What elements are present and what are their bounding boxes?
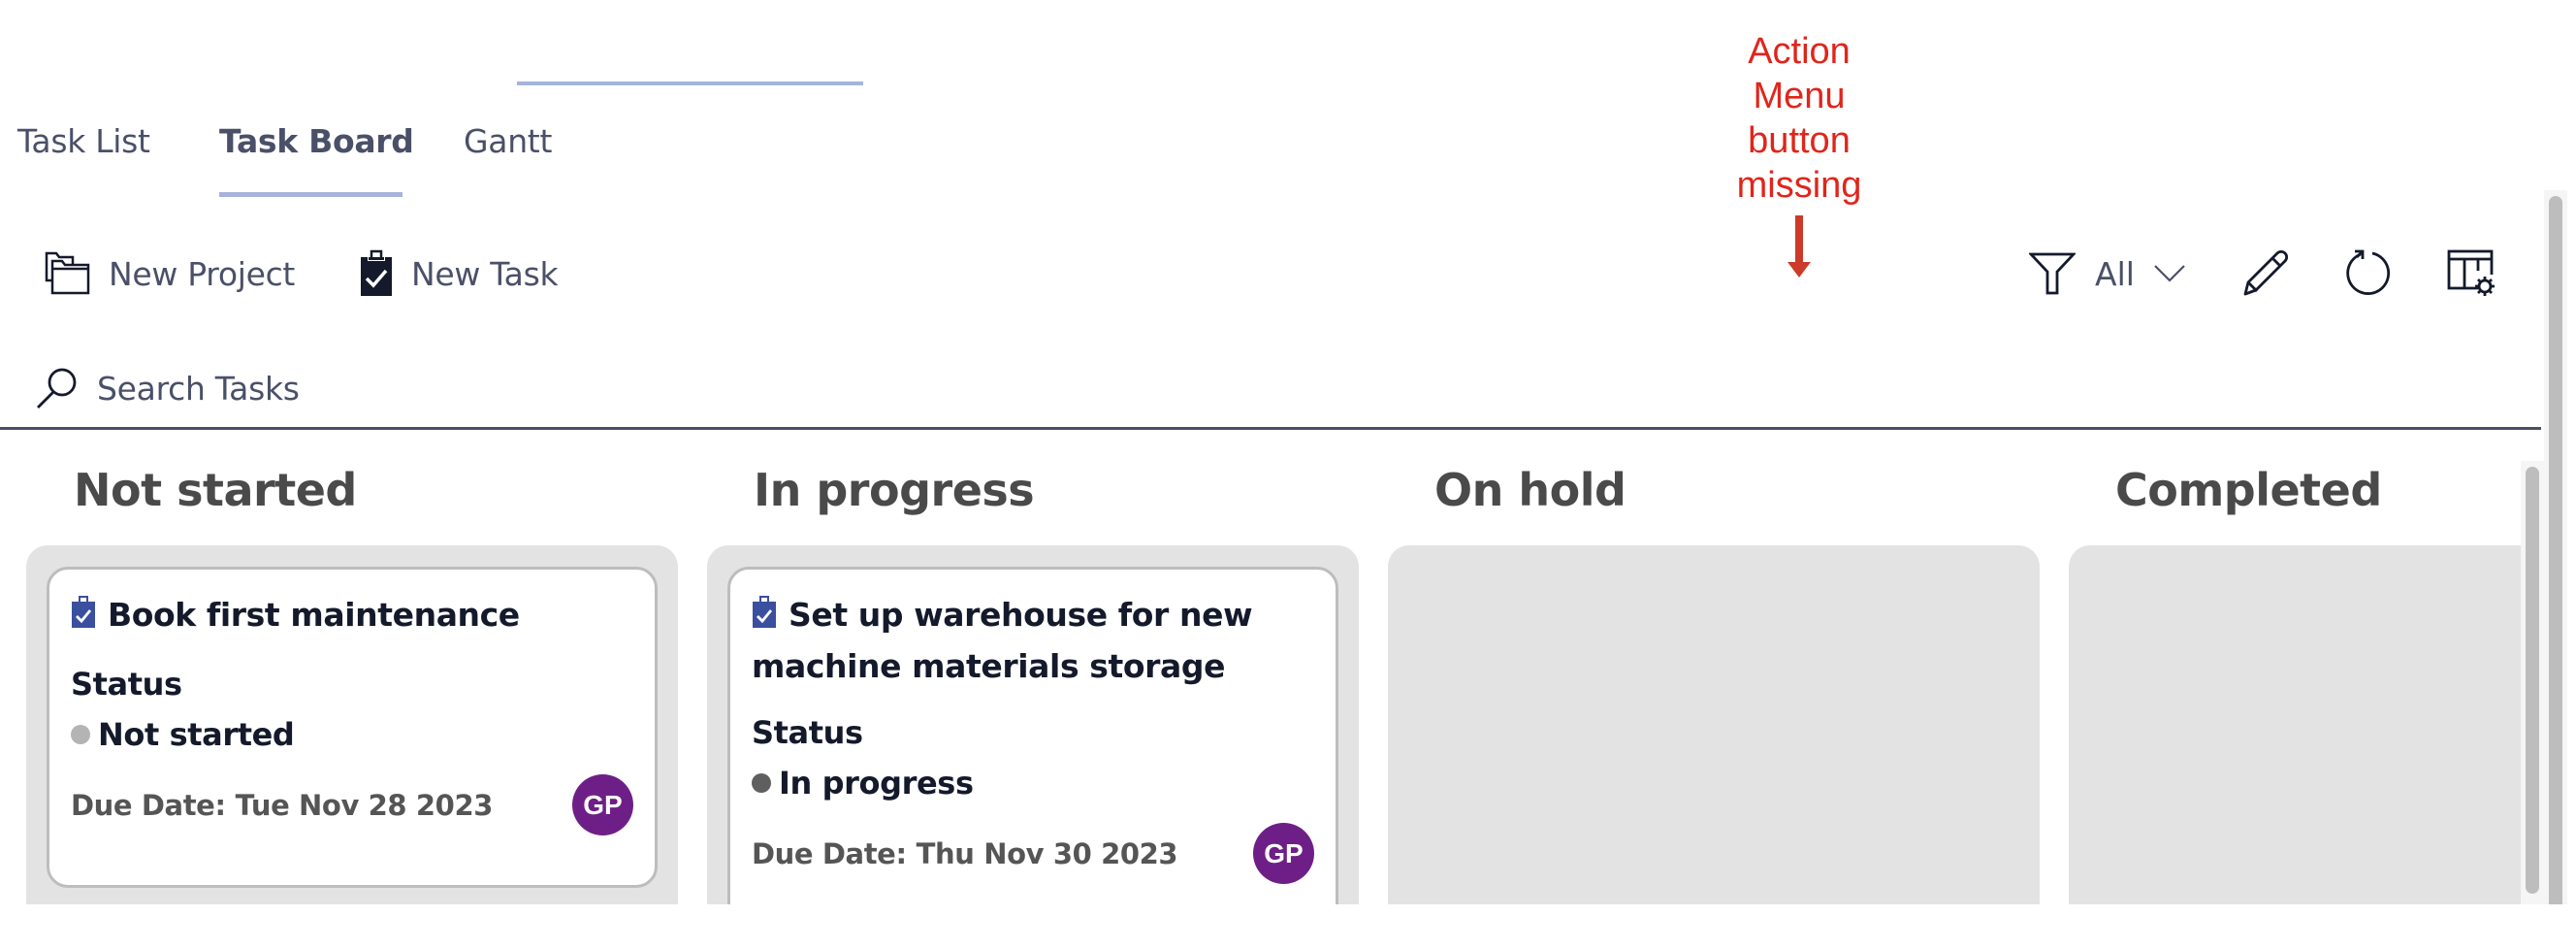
annotation-line: missing (1736, 165, 1862, 206)
table-settings-icon (2447, 249, 2496, 298)
search-input[interactable] (97, 369, 679, 408)
page-bottom-blank (0, 904, 2576, 949)
status-value: Not started (71, 716, 633, 753)
filter-dropdown[interactable]: All (2029, 245, 2185, 303)
column-completed[interactable] (2069, 545, 2525, 904)
task-title: Set up warehouse for new machine materia… (752, 591, 1314, 691)
avatar[interactable]: GP (1253, 823, 1314, 884)
task-title-text: Book first maintenance (108, 596, 520, 634)
edit-button[interactable] (2237, 245, 2295, 303)
funnel-icon (2029, 251, 2076, 296)
refresh-icon (2343, 248, 2394, 299)
status-text: In progress (779, 765, 974, 802)
avatar[interactable]: GP (572, 774, 633, 835)
header-accent-line (517, 82, 863, 85)
column-title-in-progress: In progress (754, 464, 1035, 516)
status-text: Not started (98, 716, 295, 753)
due-row: Due Date: Thu Nov 30 2023 GP (752, 823, 1314, 884)
task-icon (752, 594, 777, 642)
board-scrollbar-track[interactable] (2521, 461, 2544, 904)
new-project-label: New Project (109, 254, 296, 293)
chevron-down-icon (2154, 264, 2185, 283)
column-title-on-hold: On hold (1434, 464, 1626, 516)
status-dot-icon (71, 725, 90, 744)
task-icon (71, 594, 96, 642)
status-label: Status (752, 714, 863, 751)
due-value: Tue Nov 28 2023 (235, 788, 494, 822)
annotation-line: Action (1748, 31, 1851, 72)
status-dot-icon (752, 773, 771, 793)
search-icon (35, 366, 80, 410)
new-task-button[interactable]: New Task (359, 245, 559, 303)
column-on-hold[interactable] (1388, 545, 2040, 904)
pencil-icon (2241, 249, 2290, 298)
column-title-not-started: Not started (74, 464, 357, 516)
column-in-progress[interactable]: Set up warehouse for new machine materia… (707, 545, 1359, 904)
board-settings-button[interactable] (2442, 245, 2500, 303)
due-label: Due Date: (71, 788, 226, 822)
new-task-label: New Task (411, 254, 559, 293)
refresh-button[interactable] (2339, 245, 2398, 303)
search-bar[interactable] (35, 359, 714, 417)
page-scrollbar-track[interactable] (2544, 190, 2567, 904)
active-tab-indicator (219, 192, 402, 197)
task-card[interactable]: Set up warehouse for new machine materia… (727, 567, 1338, 904)
column-title-completed: Completed (2115, 464, 2382, 516)
due-row: Due Date: Tue Nov 28 2023 GP (71, 774, 633, 835)
task-card[interactable]: Book first maintenance Status Not starte… (47, 567, 658, 888)
page-scrollbar-thumb[interactable] (2549, 196, 2562, 904)
annotation-arrow-icon (1787, 215, 1811, 281)
tab-task-list[interactable]: Task List (17, 122, 150, 160)
task-title-text: Set up warehouse for new machine materia… (752, 596, 1253, 685)
tab-gantt[interactable]: Gantt (464, 122, 552, 160)
task-title: Book first maintenance (71, 591, 633, 642)
due-label: Due Date: (752, 836, 907, 870)
due-value: Thu Nov 30 2023 (916, 836, 1178, 870)
tab-task-board[interactable]: Task Board (219, 122, 414, 160)
due-date: Due Date: Thu Nov 30 2023 (752, 836, 1178, 870)
folders-icon (45, 251, 91, 296)
clipboard-check-icon (359, 249, 394, 298)
filter-value: All (2095, 254, 2135, 293)
annotation-line: button (1748, 120, 1851, 161)
status-label: Status (71, 666, 182, 703)
due-date: Due Date: Tue Nov 28 2023 (71, 789, 493, 822)
toolbar-divider (0, 427, 2541, 430)
column-not-started[interactable]: Book first maintenance Status Not starte… (26, 545, 678, 904)
annotation-note: Action Menu button missing (1707, 29, 1891, 208)
annotation-line: Menu (1753, 76, 1846, 116)
board-scrollbar-thumb[interactable] (2526, 467, 2539, 894)
status-value: In progress (752, 765, 1314, 802)
new-project-button[interactable]: New Project (45, 245, 295, 303)
